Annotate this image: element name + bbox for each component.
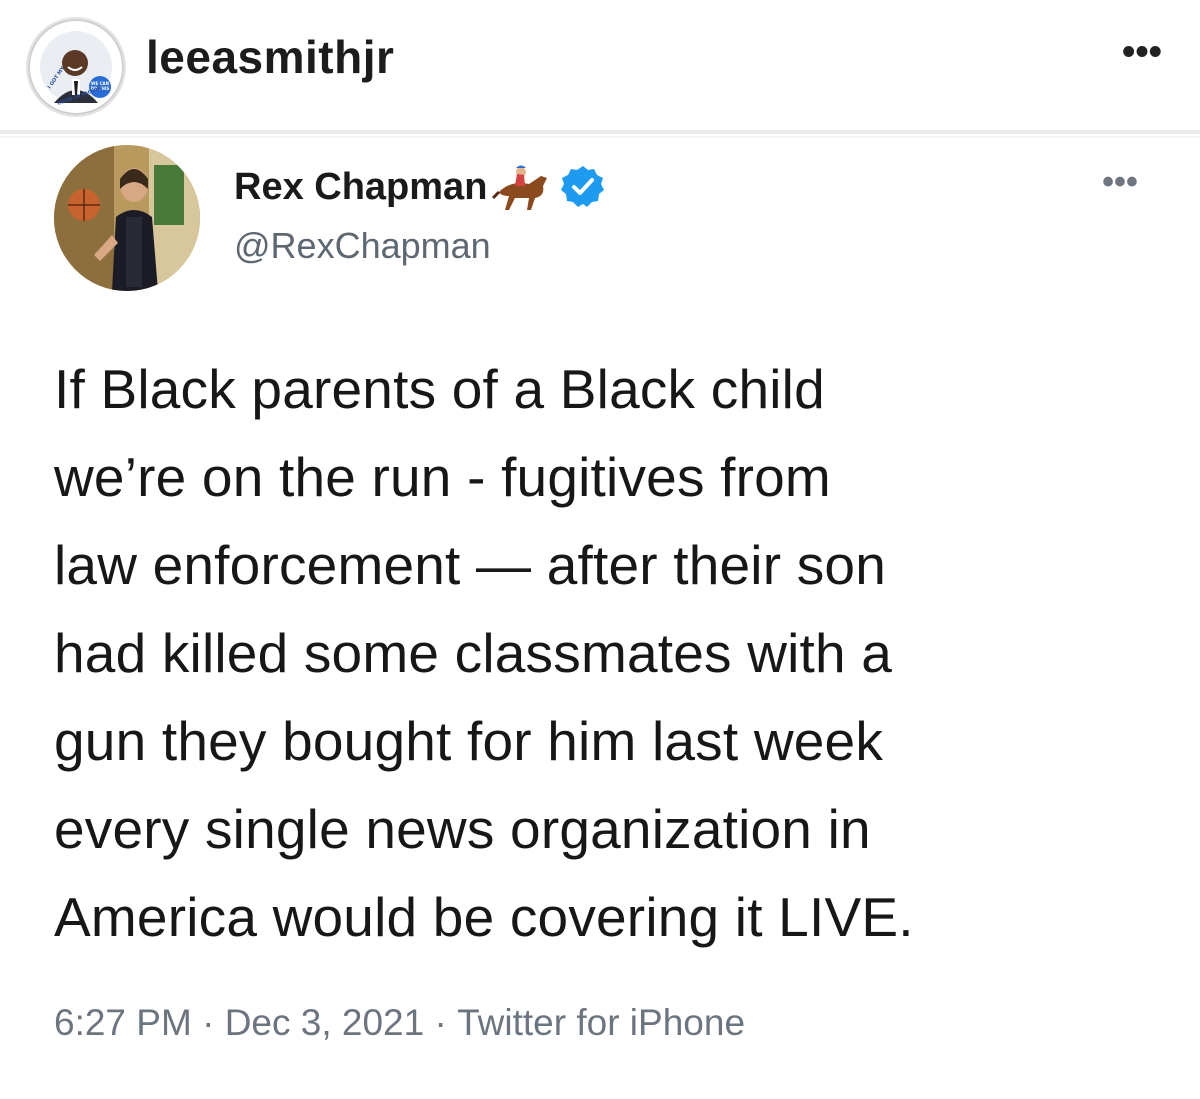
instagram-avatar[interactable]: WE CAN DO THIS I GOT MY COVID-19 VACCINE — [26, 17, 126, 117]
tweet-author-avatar[interactable] — [54, 145, 200, 291]
tweet-metadata: 6:27 PM · Dec 3, 2021 · Twitter for iPho… — [54, 1000, 745, 1044]
more-horizontal-icon[interactable]: ••• — [1112, 32, 1172, 72]
tweet-more-icon[interactable]: ••• — [1090, 162, 1150, 202]
tweet-handle[interactable]: @RexChapman — [234, 225, 491, 267]
header-divider-light — [0, 136, 1200, 138]
meta-separator: · — [434, 1002, 447, 1044]
tweet-text: If Black parents of a Black child we’re … — [54, 358, 914, 948]
instagram-post-header: WE CAN DO THIS I GOT MY COVID-19 VACCINE… — [0, 0, 1200, 130]
tweet-source[interactable]: Twitter for iPhone — [457, 1002, 745, 1043]
avatar-image: WE CAN DO THIS I GOT MY COVID-19 VACCINE — [28, 19, 124, 115]
verified-badge-icon — [559, 163, 607, 211]
instagram-username[interactable]: leeasmithjr — [146, 30, 394, 84]
tweet-display-name[interactable]: Rex Chapman — [234, 166, 487, 209]
horse-racing-emoji-icon — [491, 162, 555, 212]
avatar-photo — [54, 145, 200, 291]
screenshot-page: WE CAN DO THIS I GOT MY COVID-19 VACCINE… — [0, 0, 1200, 1099]
meta-separator: · — [202, 1002, 215, 1044]
tweet-time[interactable]: 6:27 PM — [54, 1002, 192, 1043]
header-divider — [0, 130, 1200, 134]
tweet-author-row: Rex Chapman — [234, 162, 607, 212]
tweet-date[interactable]: Dec 3, 2021 — [225, 1002, 425, 1043]
